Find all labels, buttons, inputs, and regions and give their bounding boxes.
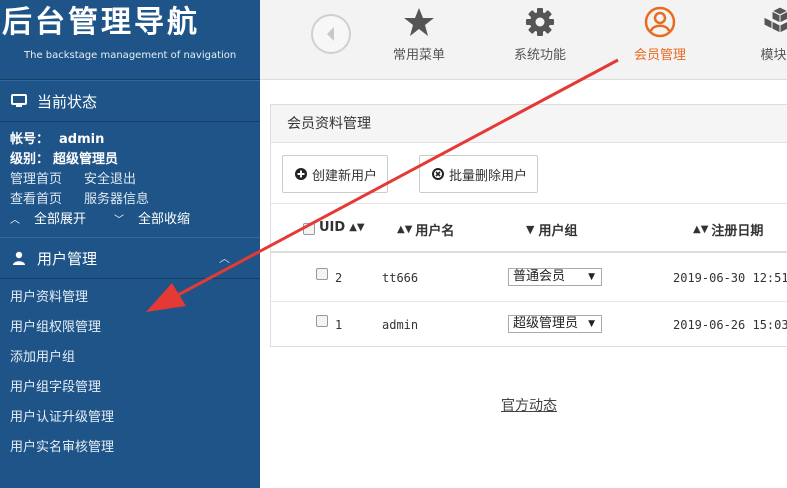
create-user-button[interactable]: 创建新用户 — [282, 155, 389, 193]
level-row: 级别： 超级管理员 — [10, 150, 260, 170]
row-username[interactable]: tt666 — [382, 271, 418, 285]
account-row: 帐号： admin — [10, 130, 260, 150]
row-group-value: 超级管理员 — [513, 316, 579, 331]
status-info: 帐号： admin 级别： 超级管理员 管理首页 安全退出 查看首页 服务器信息… — [0, 122, 260, 237]
cubes-icon — [735, 4, 787, 40]
user-menu: 用户资料管理 用户组权限管理 添加用户组 用户组字段管理 用户认证升级管理 用户… — [0, 279, 260, 463]
account-value: admin — [59, 132, 105, 147]
row-group-value: 普通会员 — [513, 269, 566, 284]
table-header: UID ▲▼ ▲▼ 用户名 ▼ 用户组 ▲▼ 注册日期 — [271, 203, 787, 253]
user-circle-icon — [615, 4, 705, 40]
expand-all-label: 全部展开 — [34, 212, 87, 227]
close-circle-icon — [432, 168, 444, 180]
select-all-checkbox[interactable] — [303, 223, 315, 235]
expand-all-button[interactable]: ︿ 全部展开 — [10, 210, 100, 231]
filter-icon: ▼ — [526, 223, 535, 236]
menu-group-fields[interactable]: 用户组字段管理 — [0, 373, 260, 403]
collapse-caret-icon[interactable]: ︿ — [219, 250, 230, 266]
back-button[interactable] — [311, 14, 351, 54]
monitor-icon — [10, 93, 28, 109]
row-group-select[interactable]: 超级管理员 ▼ — [508, 315, 602, 333]
logo-title: 后台管理导航 — [2, 5, 200, 40]
user-icon — [10, 250, 28, 266]
collapse-all-button[interactable]: ﹀ 全部收缩 — [114, 210, 204, 231]
account-label: 帐号： — [10, 132, 50, 147]
sort-icon: ▲▼ — [349, 222, 365, 233]
gear-icon — [495, 4, 585, 40]
column-username-label: 用户名 — [415, 224, 455, 239]
row-uid: 1 — [335, 318, 343, 332]
member-profile-panel: 会员资料管理 创建新用户 批量删除用户 UID ▲▼ ▲▼ 用户名 ▼ 用户组 … — [270, 104, 787, 347]
level-value: 超级管理员 — [53, 152, 119, 167]
batch-delete-label: 批量删除用户 — [449, 168, 528, 184]
logo-subtitle: The backstage management of navigation — [24, 50, 237, 61]
batch-delete-button[interactable]: 批量删除用户 — [419, 155, 539, 193]
column-uid[interactable]: UID ▲▼ — [319, 220, 365, 235]
column-group[interactable]: ▼ 用户组 — [526, 220, 577, 239]
section-current-status-label: 当前状态 — [37, 92, 98, 111]
menu-realname-review[interactable]: 用户实名审核管理 — [0, 433, 260, 463]
menu-group-permission[interactable]: 用户组权限管理 — [0, 313, 260, 343]
dropdown-arrow-icon: ▼ — [588, 319, 595, 329]
menu-add-group[interactable]: 添加用户组 — [0, 343, 260, 373]
row-checkbox[interactable] — [316, 315, 328, 327]
section-user-management[interactable]: 用户管理 ︿ — [0, 237, 260, 279]
panel-title: 会员资料管理 — [271, 105, 787, 143]
menu-user-profile[interactable]: 用户资料管理 — [0, 283, 260, 313]
link-admin-home[interactable]: 管理首页 — [10, 170, 62, 190]
row-group-select[interactable]: 普通会员 ▼ — [508, 268, 602, 286]
column-register-date-label: 注册日期 — [711, 224, 764, 239]
table-row: 2 tt666 普通会员 ▼ 2019-06-30 12:51 — [271, 255, 787, 302]
admin-links-row-1: 管理首页 安全退出 — [10, 170, 260, 190]
table-row: 1 admin 超级管理员 ▼ 2019-06-26 15:03 — [271, 302, 787, 349]
admin-links-row-2: 查看首页 服务器信息 — [10, 190, 260, 210]
nav-common-menu[interactable]: 常用菜单 — [374, 0, 464, 80]
level-label: 级别： — [10, 152, 50, 167]
menu-auth-upgrade[interactable]: 用户认证升级管理 — [0, 403, 260, 433]
sort-icon: ▲▼ — [693, 224, 709, 235]
chevron-up-icon: ︿ — [10, 215, 20, 226]
row-date: 2019-06-30 12:51 — [673, 271, 787, 285]
column-username[interactable]: ▲▼ 用户名 — [397, 220, 454, 239]
link-safe-logout[interactable]: 安全退出 — [84, 170, 136, 190]
link-view-home[interactable]: 查看首页 — [10, 190, 62, 210]
chevron-down-icon: ﹀ — [114, 215, 125, 226]
nav-member-management-label: 会员管理 — [633, 48, 686, 63]
nav-system-label: 系统功能 — [513, 48, 566, 63]
column-uid-label: UID — [319, 220, 346, 235]
row-checkbox[interactable] — [316, 268, 328, 280]
sort-icon: ▲▼ — [397, 224, 413, 235]
create-user-label: 创建新用户 — [312, 168, 378, 184]
row-uid: 2 — [335, 271, 343, 285]
star-icon — [374, 4, 464, 40]
logo: 后台管理导航 The backstage management of navig… — [0, 0, 260, 80]
dropdown-arrow-icon: ▼ — [588, 272, 595, 282]
section-user-management-label: 用户管理 — [37, 249, 98, 268]
nav-member-management[interactable]: 会员管理 — [615, 0, 705, 80]
nav-module-label: 模块中 — [760, 48, 787, 63]
section-current-status[interactable]: 当前状态 — [0, 80, 260, 122]
column-register-date[interactable]: ▲▼ 注册日期 — [693, 220, 763, 239]
column-group-label: 用户组 — [538, 224, 578, 239]
link-server-info[interactable]: 服务器信息 — [84, 190, 149, 210]
sidebar: 后台管理导航 The backstage management of navig… — [0, 0, 260, 488]
plus-circle-icon — [295, 168, 307, 180]
collapse-all-label: 全部收缩 — [138, 212, 191, 227]
row-date: 2019-06-26 15:03 — [673, 318, 787, 332]
nav-module[interactable]: 模块中 — [735, 0, 787, 80]
row-username[interactable]: admin — [382, 318, 418, 332]
official-news-link[interactable]: 官方动态 — [501, 395, 557, 415]
nav-common-menu-label: 常用菜单 — [392, 48, 445, 63]
nav-system[interactable]: 系统功能 — [495, 0, 585, 80]
expand-toggle-row: ︿ 全部展开 ﹀ 全部收缩 — [10, 210, 260, 231]
chevron-left-icon — [327, 27, 334, 41]
top-nav: 常用菜单 系统功能 会员管理 模块 — [260, 0, 787, 80]
